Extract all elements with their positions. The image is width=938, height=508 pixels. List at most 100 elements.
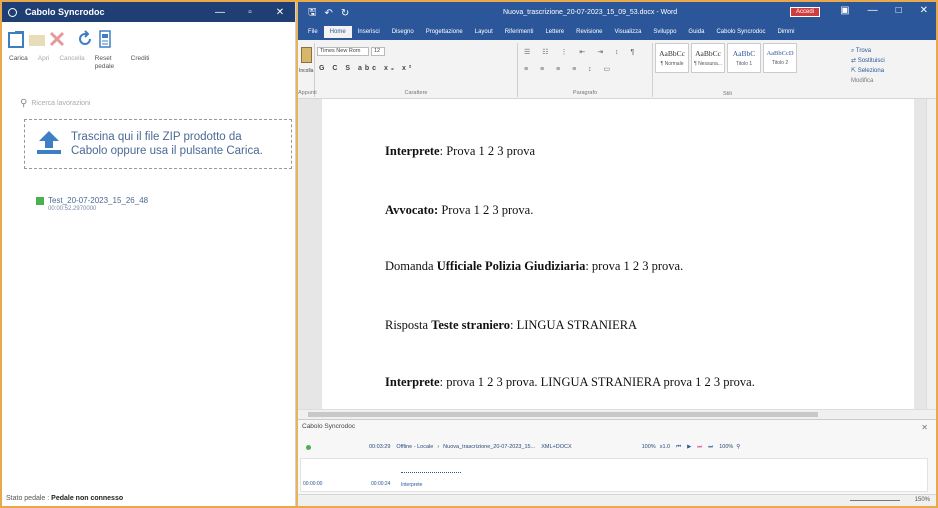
- status-zoom: 150%: [914, 497, 930, 503]
- file-name: Test_20-07-2023_15_26_48: [48, 196, 149, 205]
- ribbon-options-icon[interactable]: ▣: [840, 5, 849, 16]
- select-button[interactable]: ⇱ Seleziona: [851, 66, 885, 76]
- tab-home[interactable]: Home: [323, 26, 352, 38]
- word-title: Nuova_trascrizione_20-07-2023_15_09_53.d…: [503, 9, 678, 16]
- carica-label: Carica: [9, 55, 28, 62]
- drop-line-1: Trascina qui il file ZIP prodotto da: [71, 131, 242, 143]
- word-window: 🖫 ↶ ↻ Nuova_trascrizione_20-07-2023_15_0…: [298, 2, 936, 506]
- style-name: Titolo 2: [771, 60, 789, 66]
- upload-cloud-icon: [35, 128, 63, 161]
- style-titolo1[interactable]: AaBbC Titolo 1: [727, 43, 761, 73]
- list-item[interactable]: Test_20-07-2023_15_26_48 00:00:52.297000…: [36, 196, 148, 212]
- end-icon[interactable]: ⏭: [708, 444, 713, 451]
- save-icon[interactable]: 🖫: [308, 5, 317, 22]
- cancella-label: Cancella: [59, 55, 85, 62]
- paste-icon[interactable]: [301, 47, 312, 63]
- redo-icon[interactable]: ↻: [341, 8, 349, 19]
- tab-lettere[interactable]: Lettere: [539, 29, 570, 35]
- accedi-button[interactable]: Accedi: [790, 7, 821, 17]
- tab-inserisci[interactable]: Inserisci: [352, 29, 386, 35]
- format-label: XML+DOCX: [541, 444, 572, 450]
- document-page[interactable]: Interprete: Prova 1 2 3 prova Avvocato: …: [322, 99, 914, 409]
- replace-icon: ⇄: [851, 58, 858, 64]
- forward-icon[interactable]: ⏭: [697, 444, 702, 451]
- reset-icon: [74, 27, 96, 51]
- drop-zone[interactable]: Trascina qui il file ZIP prodotto da Cab…: [24, 119, 292, 169]
- timeline-track: [401, 472, 461, 473]
- font-name-select[interactable]: Times New Rom: [317, 47, 369, 56]
- find-button[interactable]: ⌕ Trova: [851, 46, 885, 56]
- reset-label: Reset pedale: [94, 55, 115, 70]
- font-group-label: Carattere: [404, 90, 428, 96]
- doc-link[interactable]: Nuova_trascrizione_20-07-2023_15...: [443, 444, 535, 450]
- tab-dimmi[interactable]: Dimmi: [771, 29, 800, 35]
- tab-disegno[interactable]: Disegno: [386, 29, 420, 35]
- tab-revisione[interactable]: Revisione: [570, 29, 608, 35]
- status-bar: 150%: [298, 494, 936, 506]
- volume-label: 100%: [641, 444, 656, 450]
- undo-icon[interactable]: ↶: [325, 8, 333, 19]
- info-icon: [94, 27, 116, 51]
- crediti-label: Crediti: [130, 55, 150, 62]
- style-sample: AaBbC: [732, 49, 756, 58]
- find-label: Trova: [855, 48, 872, 54]
- speed-label: x1.0: [659, 444, 671, 450]
- timeline[interactable]: 00:00:00 00:00:24 Interprete: [300, 458, 928, 492]
- tab-guida[interactable]: Guida: [682, 29, 710, 35]
- tab-visualizza[interactable]: Visualizza: [609, 29, 648, 35]
- clipboard-group: Incolla Appunti: [298, 43, 317, 97]
- close-icon[interactable]: ✕: [265, 7, 295, 18]
- timeline-start: 00:00:00: [303, 481, 323, 487]
- styles-gallery: AaBbCc ¶ Normale AaBbCc ¶ Nessuna... AaB…: [655, 43, 799, 73]
- maximize-icon[interactable]: ▫: [235, 7, 265, 18]
- minimize-icon[interactable]: —: [205, 7, 235, 18]
- style-nessuna[interactable]: AaBbCc ¶ Nessuna...: [691, 43, 725, 73]
- cabolo-title: Cabolo Syncrodoc: [25, 7, 105, 17]
- style-normale[interactable]: AaBbCc ¶ Normale: [655, 43, 689, 73]
- cabolo-toolbar: [2, 22, 295, 82]
- tab-riferimenti[interactable]: Riferimenti: [499, 29, 540, 35]
- drop-line-2: Cabolo oppure usa il pulsante Carica.: [71, 145, 263, 157]
- delete-icon: [46, 27, 68, 51]
- mode-label: Offline - Locale: [396, 444, 434, 450]
- style-titolo2[interactable]: AaBbCcD Titolo 2: [763, 43, 797, 73]
- list-icons[interactable]: ☰ ☷ ⋮ ⇤ ⇥ ↕ ¶: [524, 48, 639, 56]
- search-icon: ⚲: [20, 97, 28, 109]
- play-icon[interactable]: ▶: [687, 444, 691, 450]
- editing-group: ⌕ Trova ⇄ Sostituisci ⇱ Seleziona Modifi…: [851, 46, 885, 86]
- paste-label[interactable]: Incolla: [299, 68, 313, 74]
- tab-progettazione[interactable]: Progettazione: [420, 29, 469, 35]
- replace-button[interactable]: ⇄ Sostituisci: [851, 56, 885, 66]
- replace-label: Sostituisci: [857, 58, 885, 64]
- rewind-icon[interactable]: ⏮: [676, 444, 681, 451]
- minimize-icon[interactable]: —: [868, 5, 878, 16]
- paragraph: Interprete: prova 1 2 3 prova. LINGUA ST…: [385, 375, 755, 389]
- vertical-scrollbar[interactable]: [926, 99, 936, 409]
- tab-file[interactable]: File: [302, 29, 324, 35]
- cabolo-panel: Cabolo Syncrodoc — ▫ ✕ Carica Apri Cance…: [2, 2, 296, 506]
- maximize-icon[interactable]: □: [896, 5, 902, 16]
- paragraph: Interprete: Prova 1 2 3 prova: [385, 144, 536, 158]
- align-icons[interactable]: ≡ ≡ ≡ ≡ ↕ ▭: [524, 65, 615, 73]
- horizontal-scrollbar[interactable]: [298, 409, 936, 419]
- search-input[interactable]: ⚲ Ricerca lavorazioni: [20, 96, 280, 110]
- close-icon[interactable]: ✕: [920, 5, 928, 16]
- font-format-buttons[interactable]: G C S abc x₂ x²: [319, 65, 414, 72]
- zoom-icon[interactable]: ⚲: [736, 444, 740, 450]
- app-icon: [8, 7, 17, 17]
- paragraph-group: ☰ ☷ ⋮ ⇤ ⇥ ↕ ¶ ≡ ≡ ≡ ≡ ↕ ▭ Paragrafo: [518, 43, 653, 97]
- cabolo-pane-title: Cabolo Syncrodoc: [302, 423, 356, 430]
- style-name: ¶ Nessuna...: [694, 61, 722, 67]
- font-size-select[interactable]: 12: [371, 47, 385, 56]
- paragraph-label: Paragrafo: [572, 90, 598, 96]
- player-bar: 00:03:29 Offline - Locale › Nuova_trascr…: [298, 440, 936, 454]
- pane-close-icon[interactable]: ✕: [921, 423, 928, 432]
- scrollbar-thumb[interactable]: [308, 412, 818, 417]
- tab-sviluppo[interactable]: Sviluppo: [647, 29, 682, 35]
- tab-layout[interactable]: Layout: [469, 29, 499, 35]
- select-icon: ⇱: [851, 68, 858, 74]
- pedal-status-label: Stato pedale :: [6, 495, 50, 502]
- tab-cabolo[interactable]: Cabolo Syncrodoc: [710, 29, 771, 35]
- zoom-slider[interactable]: [850, 500, 900, 501]
- cabolo-titlebar: Cabolo Syncrodoc — ▫ ✕: [2, 2, 295, 22]
